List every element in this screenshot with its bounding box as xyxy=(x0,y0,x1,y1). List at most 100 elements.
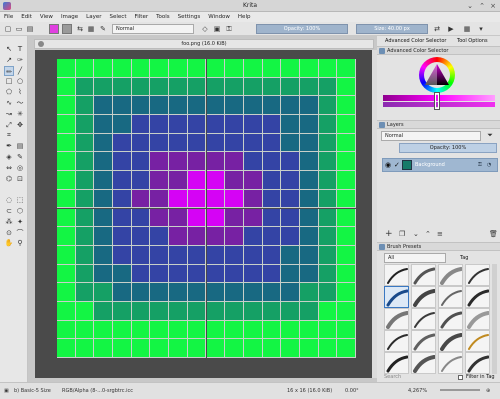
brush-preset-item[interactable] xyxy=(465,308,490,330)
canvas-pixel[interactable] xyxy=(187,77,207,97)
checkbox-icon[interactable] xyxy=(458,375,463,380)
canvas-pixel[interactable] xyxy=(262,152,282,172)
canvas-pixel[interactable] xyxy=(131,264,151,284)
canvas-pixel[interactable] xyxy=(150,264,170,284)
canvas-pixel[interactable] xyxy=(281,171,300,190)
canvas-pixel[interactable] xyxy=(94,189,114,209)
canvas-pixel[interactable] xyxy=(187,208,207,228)
brush-preset-item[interactable] xyxy=(438,264,463,286)
canvas-pixel[interactable] xyxy=(75,171,95,190)
canvas-pixel[interactable] xyxy=(131,320,151,340)
open-folder-icon[interactable]: ▭ xyxy=(14,24,24,34)
canvas-pixel[interactable] xyxy=(318,208,338,228)
canvas-pixel[interactable] xyxy=(243,245,263,265)
brush-preset-item[interactable] xyxy=(465,264,490,286)
canvas-pixel[interactable] xyxy=(169,189,188,209)
check-icon[interactable]: ✓ xyxy=(394,161,400,169)
canvas-pixel[interactable] xyxy=(299,339,319,358)
canvas-pixel[interactable] xyxy=(243,115,263,134)
canvas-pixel[interactable] xyxy=(150,59,170,78)
canvas-pixel[interactable] xyxy=(150,77,170,97)
canvas-pixel[interactable] xyxy=(75,245,95,265)
canvas-pixel[interactable] xyxy=(281,320,300,340)
canvas-pixel[interactable] xyxy=(57,96,76,116)
canvas-pixel[interactable] xyxy=(94,96,114,116)
poly-select-icon[interactable]: ⬡ xyxy=(15,206,25,216)
canvas-pixel[interactable] xyxy=(131,59,151,78)
canvas-pixel[interactable] xyxy=(113,301,132,321)
magnetic-select-icon[interactable]: ⊙ xyxy=(4,228,14,238)
canvas-pixel[interactable] xyxy=(150,171,170,190)
canvas-pixel[interactable] xyxy=(206,96,226,116)
menu-select[interactable]: Select xyxy=(110,14,127,20)
canvas-pixel[interactable] xyxy=(281,77,300,97)
lock-icon[interactable]: ⚿ xyxy=(224,24,234,34)
hue-bar[interactable] xyxy=(383,95,495,101)
canvas-pixel[interactable] xyxy=(187,283,207,302)
canvas-pixel[interactable] xyxy=(169,208,188,228)
crop-icon[interactable]: ⌗ xyxy=(4,130,14,140)
canvas-pixel[interactable] xyxy=(206,301,226,321)
canvas-pixel[interactable] xyxy=(113,320,132,340)
canvas-pixel[interactable] xyxy=(150,189,170,209)
close-icon[interactable]: × xyxy=(489,2,497,10)
play-icon[interactable]: ▶ xyxy=(446,24,456,34)
canvas-pixel[interactable] xyxy=(337,152,356,172)
canvas-pixel[interactable] xyxy=(206,152,226,172)
canvas-pixel[interactable] xyxy=(299,227,319,246)
fill-pattern-icon[interactable]: ▦ xyxy=(86,24,96,34)
canvas-pixel[interactable] xyxy=(225,171,244,190)
canvas-pixel[interactable] xyxy=(225,283,244,302)
status-rotation[interactable]: 0.00° xyxy=(345,388,359,394)
delete-layer-icon[interactable]: 🗑 xyxy=(489,230,498,238)
canvas-pixel[interactable] xyxy=(131,96,151,116)
canvas-pixel[interactable] xyxy=(57,283,76,302)
canvas-pixel[interactable] xyxy=(75,320,95,340)
canvas-pixel[interactable] xyxy=(75,208,95,228)
status-color-profile[interactable]: RGB/Alpha (8-...0-srgbtrc.icc xyxy=(62,388,133,394)
canvas-pixel[interactable] xyxy=(150,320,170,340)
canvas-pixel[interactable] xyxy=(318,301,338,321)
filter-icon[interactable]: ⏷ xyxy=(485,130,495,140)
canvas-pixel[interactable] xyxy=(318,227,338,246)
canvas-pixel[interactable] xyxy=(225,152,244,172)
duplicate-layer-icon[interactable]: ❐ xyxy=(399,230,405,238)
chevron-down-icon[interactable]: ⌄ xyxy=(466,2,474,10)
canvas-pixel[interactable] xyxy=(206,208,226,228)
canvas-pixel[interactable] xyxy=(131,77,151,97)
canvas-pixel[interactable] xyxy=(169,115,188,134)
canvas-pixel[interactable] xyxy=(187,227,207,246)
canvas-pixel[interactable] xyxy=(318,171,338,190)
canvas-pixel[interactable] xyxy=(337,171,356,190)
move-layer-down-icon[interactable]: ⌄ xyxy=(413,230,419,238)
color-bar-handle[interactable] xyxy=(434,92,440,110)
canvas-pixel[interactable] xyxy=(225,264,244,284)
canvas-pixel[interactable] xyxy=(281,189,300,209)
canvas-pixel[interactable] xyxy=(113,339,132,358)
canvas-pixel[interactable] xyxy=(187,245,207,265)
canvas-pixel[interactable] xyxy=(169,96,188,116)
canvas-pixel[interactable] xyxy=(113,208,132,228)
canvas-pixel[interactable] xyxy=(281,208,300,228)
canvas-pixel[interactable] xyxy=(150,339,170,358)
brush-preset-item[interactable] xyxy=(465,286,490,308)
eye-icon[interactable]: ◉ xyxy=(385,161,391,169)
canvas-pixel[interactable] xyxy=(299,115,319,134)
canvas-pixel[interactable] xyxy=(337,115,356,134)
canvas-pixel[interactable] xyxy=(337,245,356,265)
transform-icon[interactable]: ⤢ xyxy=(4,120,14,130)
ellipse-icon[interactable]: ○ xyxy=(15,76,25,86)
canvas-pixel[interactable] xyxy=(113,283,132,302)
zoom-percent-icon[interactable]: ⊕ xyxy=(486,388,490,394)
canvas-pixel[interactable] xyxy=(169,264,188,284)
canvas-pixel[interactable] xyxy=(75,96,95,116)
canvas-pixel[interactable] xyxy=(206,59,226,78)
canvas-pixel[interactable] xyxy=(57,208,76,228)
saturation-bar[interactable] xyxy=(383,102,495,107)
canvas-pixel[interactable] xyxy=(318,77,338,97)
canvas-pixel[interactable] xyxy=(206,133,226,153)
canvas-pixel[interactable] xyxy=(299,264,319,284)
dynamic-brush-icon[interactable]: ↝ xyxy=(4,109,14,119)
canvas-pixel[interactable] xyxy=(131,189,151,209)
tag-selector[interactable]: Tag xyxy=(450,253,498,263)
